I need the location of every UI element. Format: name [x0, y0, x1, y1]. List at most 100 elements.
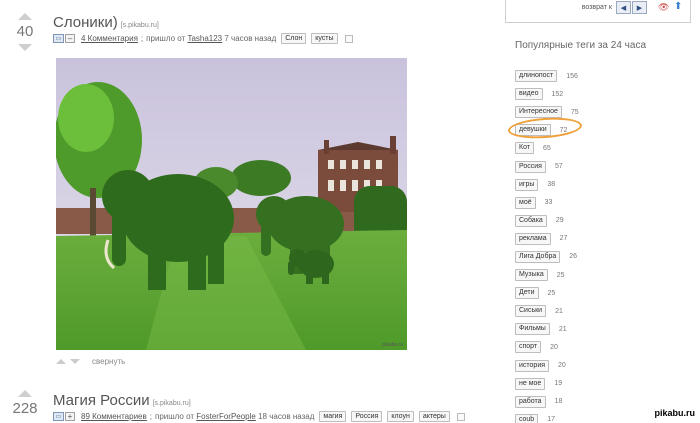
page-number: 1 — [608, 0, 612, 2]
tag-link[interactable]: видео — [515, 88, 543, 101]
tag-count: 17 — [547, 416, 555, 423]
tag-list-item: Музыка 25 — [515, 266, 579, 284]
tag-list-item: спорт 20 — [515, 338, 579, 356]
tag-link[interactable]: Россия — [515, 160, 546, 173]
tag-link[interactable]: Собака — [515, 214, 547, 227]
tag-count: 26 — [569, 253, 578, 261]
meta-separator: ; — [140, 34, 144, 43]
tag-count: 21 — [555, 307, 563, 315]
tag-list-item: Дети 25 — [515, 284, 579, 302]
tag-count: 27 — [559, 235, 568, 243]
post-tag[interactable]: магия — [319, 411, 347, 422]
tag-count: 152 — [551, 90, 564, 98]
tag-list-item: не мое 19 — [515, 375, 579, 393]
meta-separator: ; — [149, 412, 152, 421]
tag-count: 25 — [556, 271, 565, 279]
from-label: пришло от — [146, 34, 186, 43]
tag-list-item: моё 33 — [515, 194, 579, 212]
tag-count: 38 — [547, 181, 556, 189]
small-upvote-icon[interactable] — [56, 359, 66, 364]
tag-list-item: видео 152 — [515, 85, 579, 103]
tag-list-item: Лига Добра 26 — [515, 248, 579, 266]
tag-link[interactable]: Дети — [515, 287, 539, 300]
save-icon[interactable] — [344, 34, 353, 43]
upvote-button[interactable] — [18, 13, 32, 20]
tag-count: 25 — [547, 289, 556, 297]
eye-icon[interactable]: 👁 — [658, 2, 669, 13]
post-title-text[interactable]: Слоники) — [53, 14, 118, 31]
post-title[interactable]: Магия России [s.pikabu.ru] — [53, 392, 191, 409]
upvote-button[interactable] — [18, 390, 32, 397]
tag-link[interactable]: coub — [515, 413, 539, 423]
tag-count: 19 — [554, 380, 563, 388]
tag-link[interactable]: моё — [515, 196, 536, 209]
tag-list-item: история 20 — [515, 357, 579, 375]
next-arrow-button[interactable]: ▶ — [632, 1, 647, 14]
tag-link[interactable]: Сиськи — [515, 305, 547, 318]
tag-link[interactable]: работа — [515, 395, 546, 408]
tag-count: 20 — [558, 362, 566, 370]
tag-list-item: игры 38 — [515, 176, 579, 194]
tag-link[interactable]: Лига Добра — [515, 250, 561, 263]
tag-link[interactable]: Интересное — [515, 106, 562, 119]
tag-count: 57 — [554, 163, 563, 171]
tag-list-item: длинопост 156 — [515, 67, 579, 85]
comments-link[interactable]: 89 Комментариев — [81, 412, 147, 421]
post-tag[interactable]: кусты — [311, 33, 338, 44]
topiary-elephants-illustration — [56, 58, 407, 350]
author-link[interactable]: FosterForPeople — [196, 412, 256, 421]
tag-count: 21 — [558, 325, 567, 333]
comments-icon[interactable]: ▭ — [53, 412, 64, 421]
tag-link[interactable]: Кот — [515, 142, 535, 155]
tag-count: 29 — [555, 217, 564, 225]
tag-list-item: Кот 65 — [515, 139, 579, 157]
collapse-link[interactable]: свернуть — [92, 357, 125, 366]
comments-toggle-button[interactable]: – — [65, 34, 75, 43]
comments-link[interactable]: 4 Комментария — [81, 34, 138, 43]
scroll-up-icon[interactable]: ⬆ — [674, 1, 682, 12]
post-tag[interactable]: актеры — [418, 411, 450, 422]
tag-count: 20 — [550, 343, 558, 351]
downvote-button[interactable] — [18, 44, 32, 51]
post-vote-block: 228 — [8, 390, 42, 421]
small-downvote-icon[interactable] — [70, 359, 80, 364]
save-icon[interactable] — [456, 412, 465, 421]
post-source: [s.pikabu.ru] — [152, 400, 191, 407]
post-tag[interactable]: Россия — [351, 411, 383, 422]
post-rating: 228 — [12, 400, 38, 417]
image-watermark: pikabu.ru — [382, 342, 403, 348]
post-image-topiary-elephants: pikabu.ru — [56, 58, 407, 350]
tag-list-item: Россия 57 — [515, 157, 579, 175]
post-tag[interactable]: Слон — [281, 33, 307, 44]
tag-count: 156 — [566, 72, 578, 80]
tag-link[interactable]: история — [515, 359, 550, 372]
navigation-box: 1 возврат к ◀ ▶ 👁 ⬆ — [505, 0, 691, 23]
from-label: пришло от — [154, 412, 195, 421]
tag-list-item: реклама 27 — [515, 230, 579, 248]
post-title[interactable]: Слоники) [s.pikabu.ru] — [53, 14, 159, 31]
tag-link[interactable]: Музыка — [515, 269, 548, 282]
tag-link[interactable]: Фильмы — [515, 323, 550, 336]
tag-link[interactable]: не мое — [515, 377, 546, 390]
post-title-text[interactable]: Магия России — [53, 392, 150, 409]
post-meta: ▭ + 89 Комментариев ; пришло от FosterFo… — [53, 411, 465, 422]
comments-icon[interactable]: ▭ — [53, 34, 64, 43]
previous-arrow-button[interactable]: ◀ — [616, 1, 631, 14]
post-meta: ▭ – 4 Комментария ; пришло от Tasha123 7… — [53, 33, 353, 44]
tag-link[interactable]: реклама — [515, 232, 551, 245]
post-rating: 40 — [16, 23, 34, 40]
author-link[interactable]: Tasha123 — [187, 34, 222, 43]
tag-link[interactable]: спорт — [515, 341, 542, 354]
post-time: 7 часов назад — [224, 34, 277, 43]
return-label: возврат к — [581, 4, 612, 11]
comments-toggle-button[interactable]: + — [65, 412, 75, 421]
popular-tags-heading: Популярные теги за 24 часа — [515, 40, 647, 51]
site-watermark: pikabu.ru — [654, 408, 695, 418]
tag-count: 75 — [570, 108, 579, 116]
tag-link[interactable]: игры — [515, 178, 539, 191]
tag-count: 18 — [554, 398, 563, 406]
post-tag[interactable]: клоун — [387, 411, 414, 422]
tag-list-item: Собака 29 — [515, 212, 579, 230]
tag-link[interactable]: длинопост — [515, 70, 558, 83]
post-vote-block: 40 — [8, 13, 42, 51]
